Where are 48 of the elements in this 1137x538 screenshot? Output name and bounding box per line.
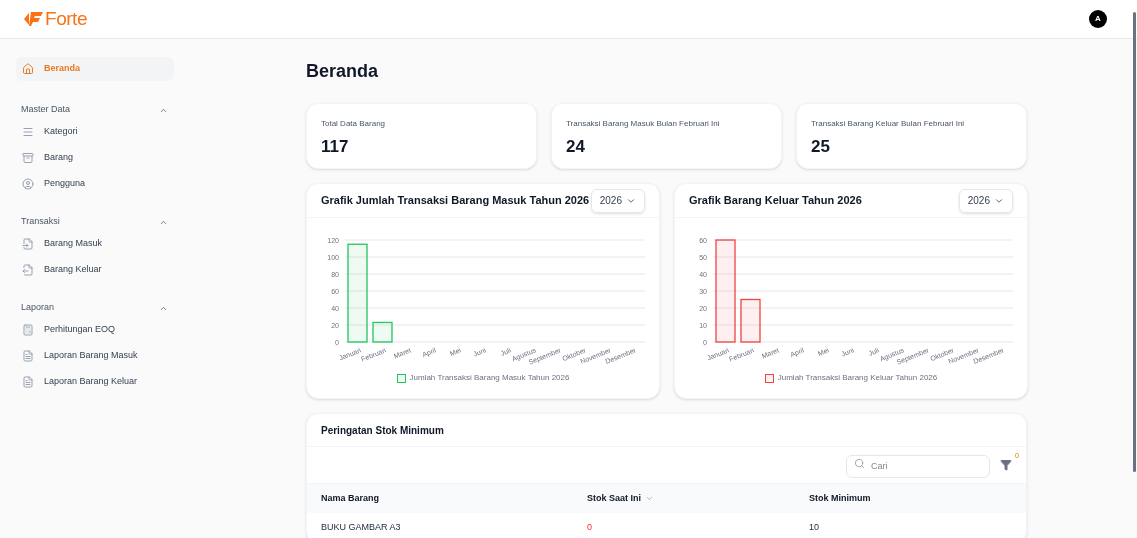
home-icon xyxy=(22,63,34,75)
scrollbar[interactable] xyxy=(1133,12,1136,472)
page-title: Beranda xyxy=(306,60,380,83)
stat-value: 24 xyxy=(566,136,586,158)
list-icon xyxy=(22,126,34,138)
column-header[interactable]: Nama Barang xyxy=(321,491,380,506)
sort-icon[interactable] xyxy=(645,494,654,503)
table-cell-text: 10 xyxy=(809,521,820,535)
logo-icon xyxy=(24,11,44,27)
stat-value: 25 xyxy=(811,136,831,158)
calculator-icon xyxy=(22,324,34,336)
chart-title: Grafik Jumlah Transaksi Barang Masuk Tahun 2026 xyxy=(321,193,590,209)
table-title: Peringatan Stok Minimum xyxy=(321,423,444,438)
filter-icon[interactable] xyxy=(1000,459,1012,471)
document-icon xyxy=(22,376,34,388)
bar xyxy=(740,298,761,343)
stat-label: Transaksi Barang Keluar Bulan Februari Ini xyxy=(811,118,966,130)
legend-swatch xyxy=(764,373,774,383)
sidebar-item[interactable]: Barang Keluar xyxy=(16,261,174,279)
search-icon xyxy=(854,458,865,470)
legend-swatch xyxy=(396,373,406,383)
section-header[interactable]: Laporan xyxy=(16,301,174,315)
chart-title: Grafik Barang Keluar Tahun 2026 xyxy=(689,193,862,209)
document-icon xyxy=(22,350,34,362)
sidebar-item[interactable]: Laporan Barang Masuk xyxy=(16,347,174,365)
user-icon xyxy=(22,178,34,190)
sidebar-item[interactable]: Perhitungan EOQ xyxy=(16,321,174,339)
stat-value: 117 xyxy=(321,136,350,158)
sidebar-item[interactable]: Barang Masuk xyxy=(16,235,174,253)
legend-label: Jumlah Transaksi Barang Keluar Tahun 2026 xyxy=(777,372,938,384)
sidebar-item[interactable]: Laporan Barang Keluar xyxy=(16,373,174,391)
bar xyxy=(372,321,393,343)
avatar[interactable]: A xyxy=(1089,10,1107,28)
search-field[interactable]: Cari xyxy=(846,454,990,478)
column-header[interactable]: Stok Saat Ini xyxy=(587,491,641,506)
stat-label: Transaksi Barang Masuk Bulan Februari Ini xyxy=(566,118,721,130)
table-cell-text: 0 xyxy=(587,521,593,535)
section-header[interactable]: Master Data xyxy=(16,103,174,117)
stat-label: Total Data Barang xyxy=(321,118,387,130)
year-select[interactable]: 2026 xyxy=(590,188,645,213)
year-select[interactable]: 2026 xyxy=(958,188,1013,213)
legend-label: Jumlah Transaksi Barang Masuk Tahun 2026 xyxy=(409,372,570,384)
sidebar-item[interactable]: Pengguna xyxy=(16,175,174,193)
table-cell-text: BUKU GAMBAR A3 xyxy=(321,521,402,535)
sidebar-item[interactable]: Barang xyxy=(16,149,174,167)
section-header[interactable]: Transaksi xyxy=(16,215,174,229)
sidebar-item[interactable]: Kategori xyxy=(16,123,174,141)
column-header[interactable]: Stok Minimum xyxy=(809,491,871,506)
